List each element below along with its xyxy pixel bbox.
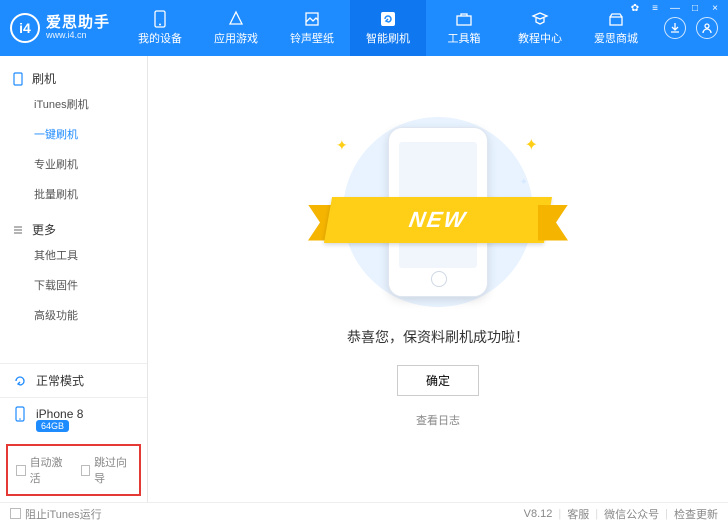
star-icon: ✦ [520, 177, 528, 188]
main-panel: ✦ ✦ ✦ NEW 恭喜您，保资料刷机成功啦！ 确定 查看日志 [148, 56, 728, 502]
tab-label: 应用游戏 [214, 30, 258, 46]
success-illustration: ✦ ✦ ✦ NEW [318, 117, 558, 307]
tab-label: 我的设备 [138, 30, 182, 46]
view-log-link[interactable]: 查看日志 [416, 412, 460, 428]
tab-devices[interactable]: 我的设备 [122, 0, 198, 56]
phone-icon [151, 10, 169, 28]
sidebar-item-other[interactable]: 其他工具 [0, 240, 147, 270]
star-icon: ✦ [525, 135, 538, 155]
checkbox-icon [16, 465, 26, 476]
option-label: 阻止iTunes运行 [25, 506, 102, 522]
flash-icon [379, 10, 397, 28]
apps-icon [227, 10, 245, 28]
close-button[interactable]: × [708, 3, 722, 14]
checkbox-icon [10, 508, 21, 519]
tab-tools[interactable]: 工具箱 [426, 0, 502, 56]
tab-label: 爱思商城 [594, 30, 638, 46]
minimize-button[interactable]: — [668, 3, 682, 14]
tab-label: 铃声壁纸 [290, 30, 334, 46]
settings-icon[interactable]: ✿ [628, 3, 642, 14]
sidebar-item-itunes[interactable]: iTunes刷机 [0, 89, 147, 119]
sidebar-group-title: 刷机 [32, 70, 56, 87]
sidebar-group-more: 更多 [0, 215, 147, 240]
option-label: 自动激活 [30, 454, 67, 486]
user-button[interactable] [696, 17, 718, 39]
refresh-icon [12, 373, 28, 389]
wallpaper-icon [303, 10, 321, 28]
block-itunes-option[interactable]: 阻止iTunes运行 [10, 506, 102, 522]
menu-icon[interactable]: ≡ [648, 3, 662, 14]
toolbox-icon [455, 10, 473, 28]
header-tabs: 我的设备 应用游戏 铃声壁纸 智能刷机 工具箱 教程中心 爱思商城 [122, 0, 654, 56]
update-link[interactable]: 检查更新 [674, 506, 718, 522]
tab-label: 教程中心 [518, 30, 562, 46]
brand-logo: i4 [10, 13, 40, 43]
success-message: 恭喜您，保资料刷机成功啦！ [347, 327, 529, 347]
ok-button[interactable]: 确定 [397, 365, 479, 396]
status-bar: 阻止iTunes运行 V8.12 | 客服 | 微信公众号 | 检查更新 [0, 502, 728, 524]
device-mode[interactable]: 正常模式 [0, 364, 147, 397]
app-header: i4 爱思助手 www.i4.cn 我的设备 应用游戏 铃声壁纸 智能刷机 工具… [0, 0, 728, 56]
device-storage-badge: 64GB [36, 420, 69, 432]
sidebar-item-adv[interactable]: 高级功能 [0, 300, 147, 330]
support-link[interactable]: 客服 [567, 506, 589, 522]
download-button[interactable] [664, 17, 686, 39]
option-skip-wizard[interactable]: 跳过向导 [81, 454, 132, 486]
ribbon: NEW [308, 197, 568, 249]
tab-flash[interactable]: 智能刷机 [350, 0, 426, 56]
sidebar-item-onekey[interactable]: 一键刷机 [0, 119, 147, 149]
sidebar-item-batch[interactable]: 批量刷机 [0, 179, 147, 209]
device-name: iPhone 8 [36, 407, 83, 421]
window-controls: ✿ ≡ — □ × [628, 3, 722, 14]
sidebar-group-flash: 刷机 [0, 64, 147, 89]
sidebar-item-fw[interactable]: 下载固件 [0, 270, 147, 300]
sidebar: 刷机 iTunes刷机 一键刷机 专业刷机 批量刷机 更多 其他工具 下载固件 … [0, 56, 148, 502]
brand-name: 爱思助手 [46, 15, 110, 32]
tab-label: 智能刷机 [366, 30, 410, 46]
wechat-link[interactable]: 微信公众号 [604, 506, 659, 522]
maximize-button[interactable]: □ [688, 3, 702, 14]
tab-apps[interactable]: 应用游戏 [198, 0, 274, 56]
phone-icon [12, 72, 24, 86]
option-label: 跳过向导 [94, 454, 131, 486]
tab-label: 工具箱 [448, 30, 481, 46]
sidebar-item-pro[interactable]: 专业刷机 [0, 149, 147, 179]
mall-icon [607, 10, 625, 28]
tab-tutorial[interactable]: 教程中心 [502, 0, 578, 56]
device-mode-label: 正常模式 [36, 372, 84, 389]
option-auto-activate[interactable]: 自动激活 [16, 454, 67, 486]
sidebar-group-title: 更多 [32, 221, 56, 238]
brand-url: www.i4.cn [46, 31, 110, 41]
brand: i4 爱思助手 www.i4.cn [0, 0, 122, 56]
tab-ring[interactable]: 铃声壁纸 [274, 0, 350, 56]
checkbox-icon [81, 465, 91, 476]
star-icon: ✦ [336, 137, 348, 154]
device-icon [12, 406, 28, 422]
ribbon-label: NEW [324, 197, 552, 243]
version-label: V8.12 [524, 508, 553, 520]
list-icon [12, 224, 24, 236]
options-highlight: 自动激活 跳过向导 [6, 444, 141, 496]
device-info[interactable]: iPhone 8 64GB [0, 397, 147, 440]
tutorial-icon [531, 10, 549, 28]
